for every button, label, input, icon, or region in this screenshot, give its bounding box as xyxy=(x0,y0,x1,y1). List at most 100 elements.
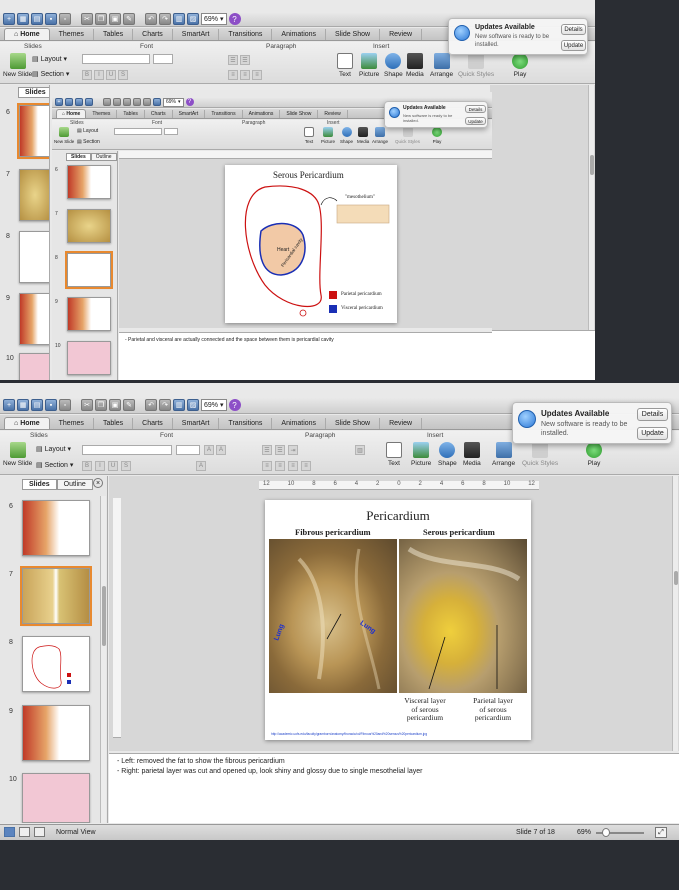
tab-transitions[interactable]: Transitions xyxy=(219,418,273,429)
new-icon[interactable]: + xyxy=(55,98,63,106)
bullets-icon[interactable]: ☰ xyxy=(228,55,238,65)
picture-button[interactable]: Picture xyxy=(411,442,431,467)
thumb-slide-9[interactable] xyxy=(22,705,90,761)
redo-icon[interactable]: ↷ xyxy=(159,399,171,411)
open-icon[interactable] xyxy=(75,98,83,106)
text-button[interactable]: Text xyxy=(337,53,353,78)
thumb-slide-9[interactable] xyxy=(19,293,49,345)
tab-charts[interactable]: Charts xyxy=(133,418,173,429)
save-icon[interactable]: ▪ xyxy=(45,13,57,25)
undo-icon[interactable] xyxy=(133,98,141,106)
tab-slide-show[interactable]: Slide Show xyxy=(280,110,319,118)
toolbox-icon[interactable]: ▨ xyxy=(187,13,199,25)
bold-icon[interactable]: B xyxy=(82,461,92,471)
thumb-slide-7[interactable] xyxy=(67,209,111,243)
new-icon[interactable]: + xyxy=(3,13,15,25)
play-button[interactable]: Play xyxy=(586,442,602,467)
tab-smartart[interactable]: SmartArt xyxy=(173,110,206,118)
quick-styles-button[interactable]: Quick Styles xyxy=(522,442,558,467)
details-button[interactable]: Details xyxy=(637,408,668,421)
columns-icon[interactable]: ▥ xyxy=(355,445,365,455)
source-link[interactable]: http://academic.uofs.edu/faculty/grambor… xyxy=(271,732,527,736)
tab-slides[interactable]: Slides xyxy=(22,479,57,490)
justify-icon[interactable]: ≡ xyxy=(301,461,311,471)
numbering-icon[interactable]: ☰ xyxy=(240,55,250,65)
tab-home[interactable]: ⌂ Home xyxy=(4,28,50,40)
align-right-icon[interactable]: ≡ xyxy=(288,461,298,471)
quick-styles-button[interactable]: Quick Styles xyxy=(458,53,494,78)
grow-font-icon[interactable]: A xyxy=(204,445,214,455)
update-button[interactable]: Update xyxy=(465,117,486,125)
align-right-icon[interactable]: ≡ xyxy=(252,70,262,80)
help-icon[interactable]: ? xyxy=(228,399,241,411)
arrange-button[interactable]: Arrange xyxy=(372,127,388,144)
thumb-slide-10[interactable] xyxy=(22,773,90,823)
copy-icon[interactable]: ❐ xyxy=(95,13,107,25)
redo-icon[interactable]: ↷ xyxy=(159,13,171,25)
strike-icon[interactable]: S xyxy=(121,461,131,471)
gallery-icon[interactable]: ▦ xyxy=(17,13,29,25)
arrange-button[interactable]: Arrange xyxy=(492,442,515,467)
layout-button[interactable]: ▤ Layout ▾ xyxy=(36,445,71,453)
tab-home[interactable]: ⌂ Home xyxy=(4,417,50,429)
numbering-icon[interactable]: ☰ xyxy=(275,445,285,455)
tab-outline[interactable]: Outline xyxy=(56,479,93,490)
thumb-slide-8[interactable] xyxy=(22,636,90,692)
toolbox-icon[interactable]: ▨ xyxy=(187,399,199,411)
canvas-vertical-scrollbar[interactable] xyxy=(672,476,678,751)
shrink-font-icon[interactable]: A xyxy=(216,445,226,455)
media-button[interactable]: Media xyxy=(463,442,481,467)
help-icon[interactable]: ? xyxy=(228,13,241,25)
thumb-slide-7[interactable] xyxy=(19,169,49,221)
italic-icon[interactable]: I xyxy=(95,461,105,471)
font-color-icon[interactable]: A xyxy=(196,461,206,471)
close-sidebar-icon[interactable]: × xyxy=(93,478,103,488)
bold-icon[interactable]: B xyxy=(82,70,92,80)
tab-animations[interactable]: Animations xyxy=(272,418,327,429)
section-button[interactable]: ▤ Section ▾ xyxy=(36,461,73,469)
thumb-slide-6[interactable] xyxy=(67,165,111,199)
media-button[interactable]: Media xyxy=(357,127,369,144)
media-button[interactable]: Media xyxy=(406,53,424,78)
paste-icon[interactable]: ▣ xyxy=(109,399,121,411)
zoom-select[interactable]: 69% ▾ xyxy=(201,399,227,411)
tab-review[interactable]: Review xyxy=(380,29,423,40)
back-vertical-scrollbar[interactable] xyxy=(588,85,594,330)
thumb-slide-8[interactable] xyxy=(65,251,113,289)
print-icon[interactable]: ▫ xyxy=(59,13,71,25)
normal-view-icon[interactable] xyxy=(4,827,15,837)
gallery-icon[interactable] xyxy=(65,98,73,106)
text-button[interactable]: Text xyxy=(386,442,402,467)
format-icon[interactable]: ✎ xyxy=(123,399,135,411)
zoom-slider-thumb[interactable] xyxy=(602,828,610,837)
section-button[interactable]: ▤ Section ▾ xyxy=(32,70,69,78)
tab-charts[interactable]: Charts xyxy=(145,110,173,118)
tab-themes[interactable]: Themes xyxy=(86,110,118,118)
underline-icon[interactable]: U xyxy=(108,461,118,471)
sorter-view-icon[interactable] xyxy=(19,827,30,837)
tab-slides[interactable]: Slides xyxy=(66,153,91,161)
align-center-icon[interactable]: ≡ xyxy=(275,461,285,471)
tab-tables[interactable]: Tables xyxy=(94,418,134,429)
font-name-field[interactable] xyxy=(114,128,162,135)
open-icon[interactable]: ▤ xyxy=(31,13,43,25)
tab-slide-show[interactable]: Slide Show xyxy=(326,418,381,429)
tab-review[interactable]: Review xyxy=(380,418,423,429)
new-icon[interactable]: + xyxy=(3,399,15,411)
thumb-slide-9[interactable] xyxy=(67,297,111,331)
slideshow-view-icon[interactable] xyxy=(34,827,45,837)
mid-slide[interactable]: Serous Pericardium "mesothelium" Heart P… xyxy=(225,165,397,323)
layout-button[interactable]: ▤ Layout ▾ xyxy=(32,55,67,63)
save-icon[interactable] xyxy=(85,98,93,106)
save-icon[interactable]: ▪ xyxy=(45,399,57,411)
undo-icon[interactable]: ↶ xyxy=(145,13,157,25)
italic-icon[interactable]: I xyxy=(94,70,104,80)
open-icon[interactable]: ▤ xyxy=(31,399,43,411)
bullets-icon[interactable]: ☰ xyxy=(262,445,272,455)
mid-notes[interactable]: - Parietal and visceral are actually con… xyxy=(119,332,492,380)
media-browser-icon[interactable]: ▥ xyxy=(173,399,185,411)
paste-icon[interactable]: ▣ xyxy=(109,13,121,25)
tab-slide-show[interactable]: Slide Show xyxy=(326,29,381,40)
cut-icon[interactable]: ✂ xyxy=(81,399,93,411)
arrange-button[interactable]: Arrange xyxy=(430,53,453,78)
